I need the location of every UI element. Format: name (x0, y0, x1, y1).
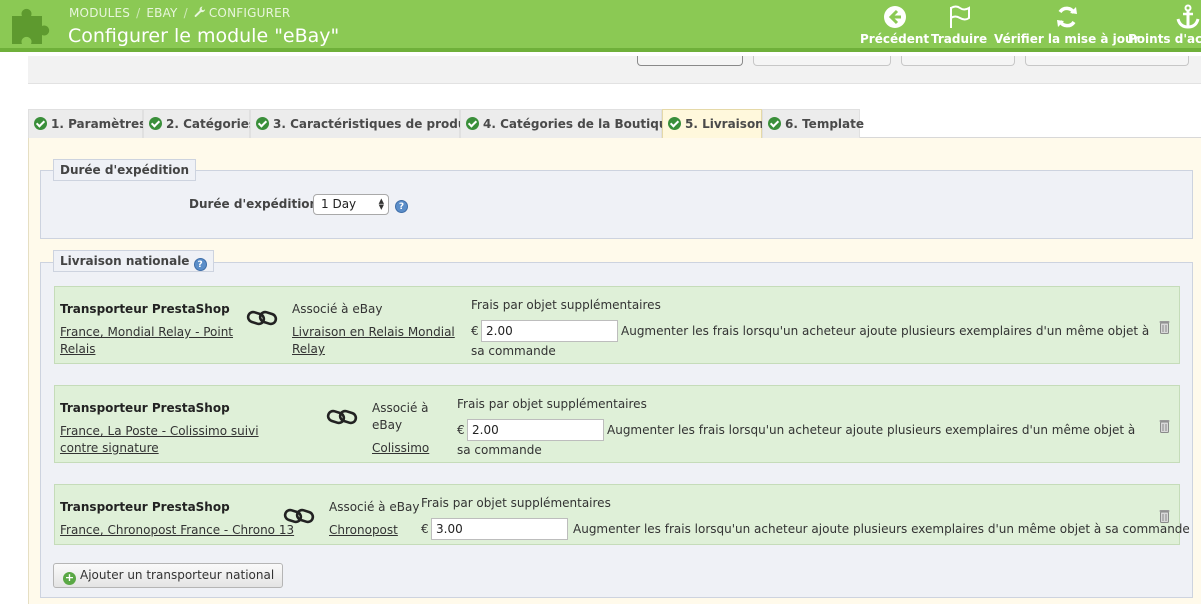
check-update-button-label: Vérifier la mise à jour (994, 32, 1140, 46)
carrier-link[interactable]: France, Mondial Relay - Point Relais (60, 324, 240, 358)
trash-icon[interactable] (1159, 419, 1170, 433)
wrench-icon (194, 6, 206, 21)
toolbar-button-remnant[interactable] (637, 56, 743, 66)
fees-label: Frais par objet supplémentaires (471, 298, 661, 312)
help-icon[interactable]: ? (193, 258, 207, 271)
fees-label: Frais par objet supplémentaires (457, 397, 647, 411)
toolbar-button-remnant[interactable] (753, 56, 891, 66)
breadcrumb-configurer: CONFIGURER (208, 6, 291, 20)
carrier-link[interactable]: France, La Poste - Colissimo suivi contr… (60, 423, 295, 457)
trash-icon[interactable] (1159, 509, 1170, 523)
tab-categories-boutique[interactable]: 4. Catégories de la Boutique (460, 109, 676, 138)
associated-label: Associé à eBay (292, 302, 383, 316)
tab-parametres[interactable]: 1. Paramètres (28, 109, 146, 138)
associated-label: Associé à eBay (329, 500, 420, 514)
check-icon (256, 117, 269, 130)
puzzle-icon (12, 8, 50, 44)
add-icon: + (63, 571, 76, 585)
ebay-service-link[interactable]: Livraison en Relais Mondial Relay (292, 324, 457, 358)
toolbar-button-remnant[interactable] (1025, 56, 1189, 66)
hooks-button-label: Points d'accroche (1128, 32, 1201, 46)
tab-caracteristiques[interactable]: 3. Caractéristiques de produit (250, 109, 476, 138)
back-button[interactable]: Précédent (860, 4, 929, 46)
check-icon (149, 117, 162, 130)
carrier-heading: Transporteur PrestaShop (60, 401, 230, 415)
page-title: Configurer le module "eBay" (68, 25, 340, 47)
ebay-service-link[interactable]: Colissimo (372, 440, 429, 457)
carrier-heading: Transporteur PrestaShop (60, 500, 230, 514)
check-icon (768, 117, 781, 130)
breadcrumb: MODULES / EBAY / CONFIGURER (69, 6, 291, 21)
back-button-label: Précédent (860, 32, 930, 46)
carrier-row: Transporteur PrestaShop France, Mondial … (54, 286, 1180, 364)
help-icon[interactable]: ? (395, 200, 408, 213)
add-national-carrier-button[interactable]: + Ajouter un transporteur national (53, 563, 284, 588)
toolbar-button-remnant[interactable] (901, 56, 1015, 66)
arrow-left-circle-icon (883, 6, 906, 28)
shipping-duration-select[interactable]: 1 Day ▲ ▼ (313, 194, 389, 215)
carrier-heading: Transporteur PrestaShop (60, 302, 230, 316)
carrier-row: Transporteur PrestaShop France, Chronopo… (54, 484, 1190, 545)
associated-label: Associé à eBay (372, 401, 429, 432)
flag-icon (950, 5, 971, 28)
check-icon (34, 117, 47, 130)
currency-symbol: € (421, 522, 429, 536)
carrier-link[interactable]: France, Chronopost France - Chrono 13 (60, 522, 294, 539)
shipping-duration-legend: Durée d'expédition (53, 159, 197, 181)
check-icon (668, 117, 681, 130)
refresh-icon (1056, 6, 1077, 28)
shipping-duration-label: Durée d'expédition (189, 197, 319, 211)
breadcrumb-ebay[interactable]: EBAY (146, 6, 177, 20)
select-arrows-icon: ▲ ▼ (378, 197, 384, 211)
fee-description: Augmenter les frais lorsqu'un acheteur a… (471, 324, 1150, 358)
link-chain-icon (326, 409, 358, 425)
national-shipping-legend: Livraison nationale ? (53, 250, 214, 272)
page-header: MODULES / EBAY / CONFIGURER Configurer le mo… (0, 0, 1201, 52)
config-tabs: 1. Paramètres 2. Catégories 3. Caractéri… (28, 109, 1201, 138)
fees-label: Frais par objet supplémentaires (421, 496, 611, 510)
tab-livraison[interactable]: 5. Livraison (662, 109, 764, 138)
check-icon (466, 117, 479, 130)
anchor-icon (1176, 4, 1200, 29)
tab-categories[interactable]: 2. Catégories (143, 109, 256, 138)
hooks-button[interactable]: Points d'accroche (1128, 4, 1201, 46)
link-chain-icon (246, 310, 278, 326)
breadcrumb-modules[interactable]: MODULES (69, 6, 130, 20)
link-chain-icon (283, 508, 315, 524)
fee-input[interactable]: 3.00 (431, 518, 568, 540)
fee-description: Augmenter les frais lorsqu'un acheteur a… (573, 522, 1190, 536)
fee-description: Augmenter les frais lorsqu'un acheteur a… (457, 423, 1136, 457)
trash-icon[interactable] (1159, 320, 1170, 334)
ebay-service-link[interactable]: Chronopost (329, 522, 398, 539)
tab-template[interactable]: 6. Template (762, 109, 864, 138)
translate-button-label: Traduire (931, 32, 988, 46)
check-update-button[interactable]: Vérifier la mise à jour (994, 4, 1140, 46)
translate-button[interactable]: Traduire (931, 4, 987, 46)
carrier-row: Transporteur PrestaShop France, La Poste… (54, 385, 1180, 463)
